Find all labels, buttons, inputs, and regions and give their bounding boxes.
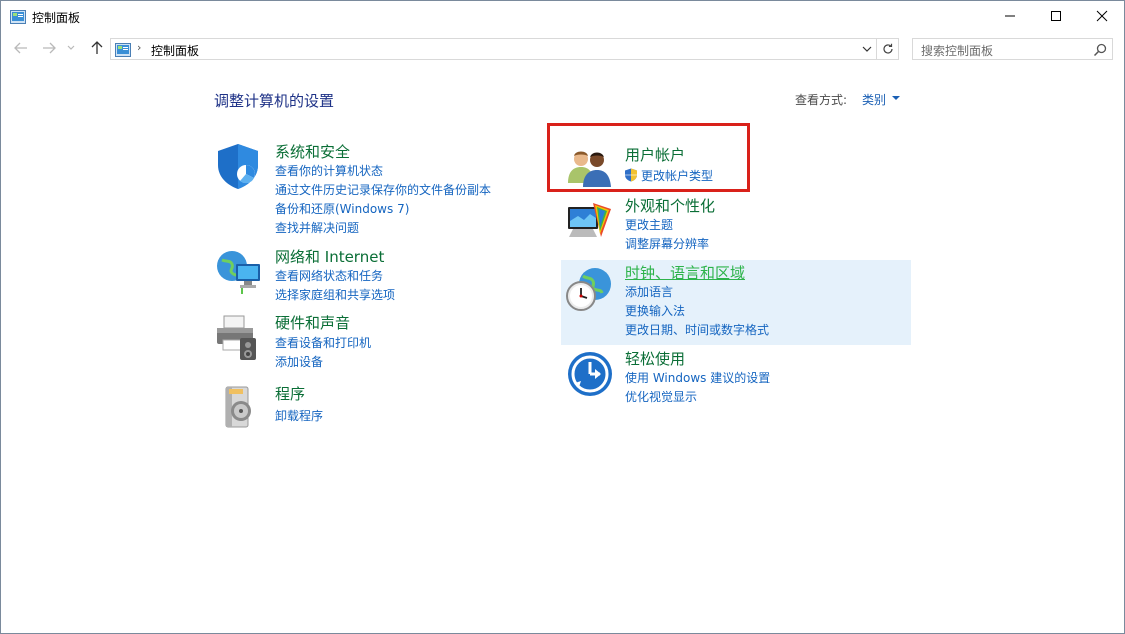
recent-locations-dropdown[interactable]: [64, 38, 78, 58]
category-clock-language-region[interactable]: 时钟、语言和区域: [625, 262, 745, 283]
category-hardware-sound[interactable]: 硬件和声音: [275, 312, 350, 333]
highlight-box: [547, 123, 750, 192]
link-change-theme[interactable]: 更改主题: [625, 216, 673, 233]
category-programs[interactable]: 程序: [275, 383, 305, 404]
printer-icon[interactable]: [214, 312, 264, 362]
search-placeholder[interactable]: 搜索控制面板: [921, 42, 993, 59]
back-button[interactable]: [11, 38, 31, 58]
category-ease-of-access[interactable]: 轻松使用: [625, 348, 685, 369]
control-panel-icon: [10, 9, 26, 24]
title-bar: 控制面板: [1, 1, 1124, 32]
breadcrumb-separator[interactable]: ›: [137, 41, 141, 54]
link-change-date-time-format[interactable]: 更改日期、时间或数字格式: [625, 321, 769, 338]
link-uninstall-program[interactable]: 卸载程序: [275, 407, 323, 424]
dropdown-arrow-icon[interactable]: [891, 94, 901, 102]
maximize-button[interactable]: [1033, 1, 1079, 31]
link-adjust-resolution[interactable]: 调整屏幕分辨率: [625, 235, 709, 252]
link-add-language[interactable]: 添加语言: [625, 283, 673, 300]
search-icon[interactable]: [1093, 42, 1107, 57]
view-by-label: 查看方式:: [795, 93, 848, 107]
link-change-input-method[interactable]: 更换输入法: [625, 302, 685, 319]
minimize-button[interactable]: [987, 1, 1033, 31]
search-box[interactable]: 搜索控制面板: [912, 38, 1113, 60]
link-add-device[interactable]: 添加设备: [275, 353, 323, 370]
clock-globe-icon[interactable]: [565, 264, 615, 314]
programs-icon[interactable]: [214, 381, 264, 431]
control-panel-icon: [115, 42, 131, 57]
category-network-internet[interactable]: 网络和 Internet: [275, 246, 384, 267]
shield-icon[interactable]: [214, 141, 264, 191]
ease-of-access-icon[interactable]: [565, 349, 615, 399]
refresh-button[interactable]: [877, 38, 899, 60]
close-button[interactable]: [1079, 1, 1125, 31]
window-title: 控制面板: [32, 11, 81, 25]
breadcrumb-control-panel[interactable]: 控制面板: [151, 42, 199, 59]
navigation-bar: › 控制面板 搜索控制面板: [1, 34, 1124, 64]
link-troubleshoot[interactable]: 查找并解决问题: [275, 219, 359, 236]
up-button[interactable]: [87, 38, 107, 58]
chevron-down-icon[interactable]: [859, 41, 875, 57]
network-globe-icon[interactable]: [214, 246, 264, 296]
view-by-dropdown[interactable]: 类别: [862, 91, 886, 108]
link-optimize-visual-display[interactable]: 优化视觉显示: [625, 388, 697, 405]
page-title: 调整计算机的设置: [214, 92, 335, 110]
link-view-computer-status[interactable]: 查看你的计算机状态: [275, 162, 383, 179]
link-use-recommended-settings[interactable]: 使用 Windows 建议的设置: [625, 369, 770, 386]
category-appearance-personalization[interactable]: 外观和个性化: [625, 195, 715, 216]
link-file-history-backup[interactable]: 通过文件历史记录保存你的文件备份副本: [275, 181, 491, 198]
link-devices-printers[interactable]: 查看设备和打印机: [275, 334, 371, 351]
refresh-icon: [882, 43, 893, 54]
category-system-security[interactable]: 系统和安全: [275, 141, 350, 162]
link-network-status[interactable]: 查看网络状态和任务: [275, 267, 383, 284]
link-backup-restore[interactable]: 备份和还原(Windows 7): [275, 200, 409, 217]
control-panel-window: 控制面板 › 控制面板 搜索控制面板 调整计算机的设置 查看方式: 类别 系统和…: [0, 0, 1125, 634]
address-bar[interactable]: › 控制面板: [110, 38, 877, 60]
forward-button[interactable]: [39, 38, 59, 58]
appearance-monitor-icon[interactable]: [565, 197, 615, 247]
link-homegroup-sharing[interactable]: 选择家庭组和共享选项: [275, 286, 395, 303]
